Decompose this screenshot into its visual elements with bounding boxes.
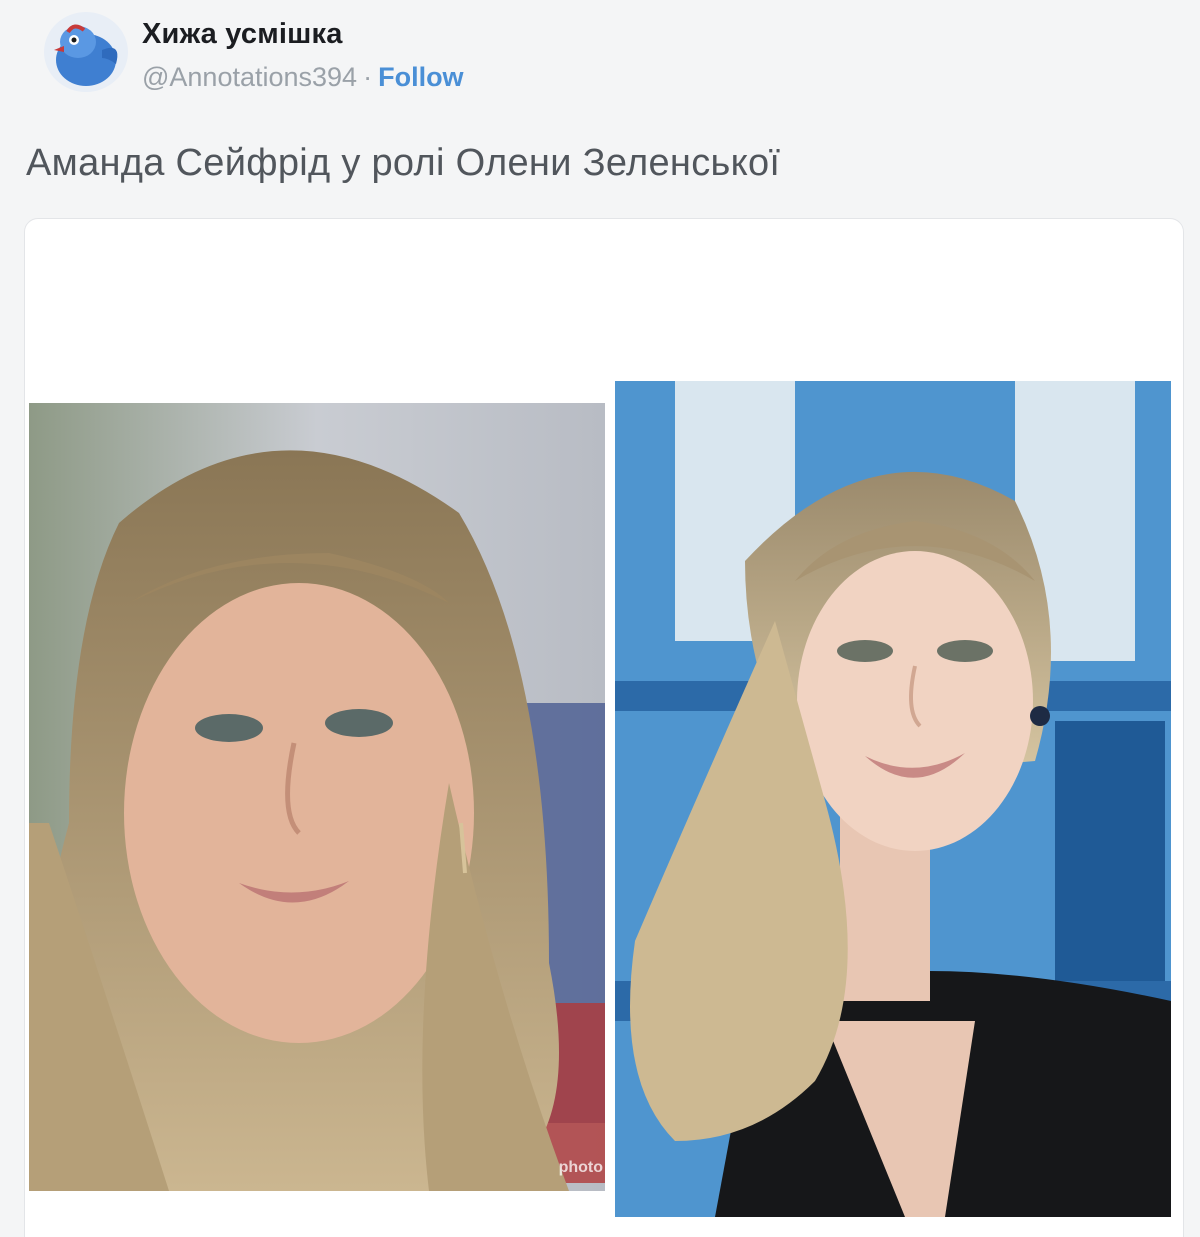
author-display-name[interactable]: Хижа усмішка	[142, 18, 343, 51]
tweet-card: Хижа усмішка @Annotations394 · Follow Аман…	[0, 0, 1200, 1237]
portrait-photo-right	[615, 381, 1171, 1217]
follow-button[interactable]: Follow	[378, 62, 463, 92]
photo-credit: photo	[558, 1159, 603, 1176]
separator-dot: ·	[363, 62, 373, 92]
portrait-photo-left	[29, 403, 605, 1191]
author-handle[interactable]: @Annotations394	[142, 62, 357, 92]
blue-bird-avatar-icon	[44, 12, 128, 92]
tweet-text: Аманда Сейфрід у ролі Олени Зеленської	[26, 142, 781, 184]
author-handle-row: @Annotations394 · Follow	[142, 62, 464, 93]
media-card[interactable]: photo	[24, 218, 1184, 1237]
media-photo-left[interactable]: photo	[29, 403, 605, 1191]
media-photo-right[interactable]	[615, 381, 1171, 1217]
avatar[interactable]	[44, 12, 128, 92]
